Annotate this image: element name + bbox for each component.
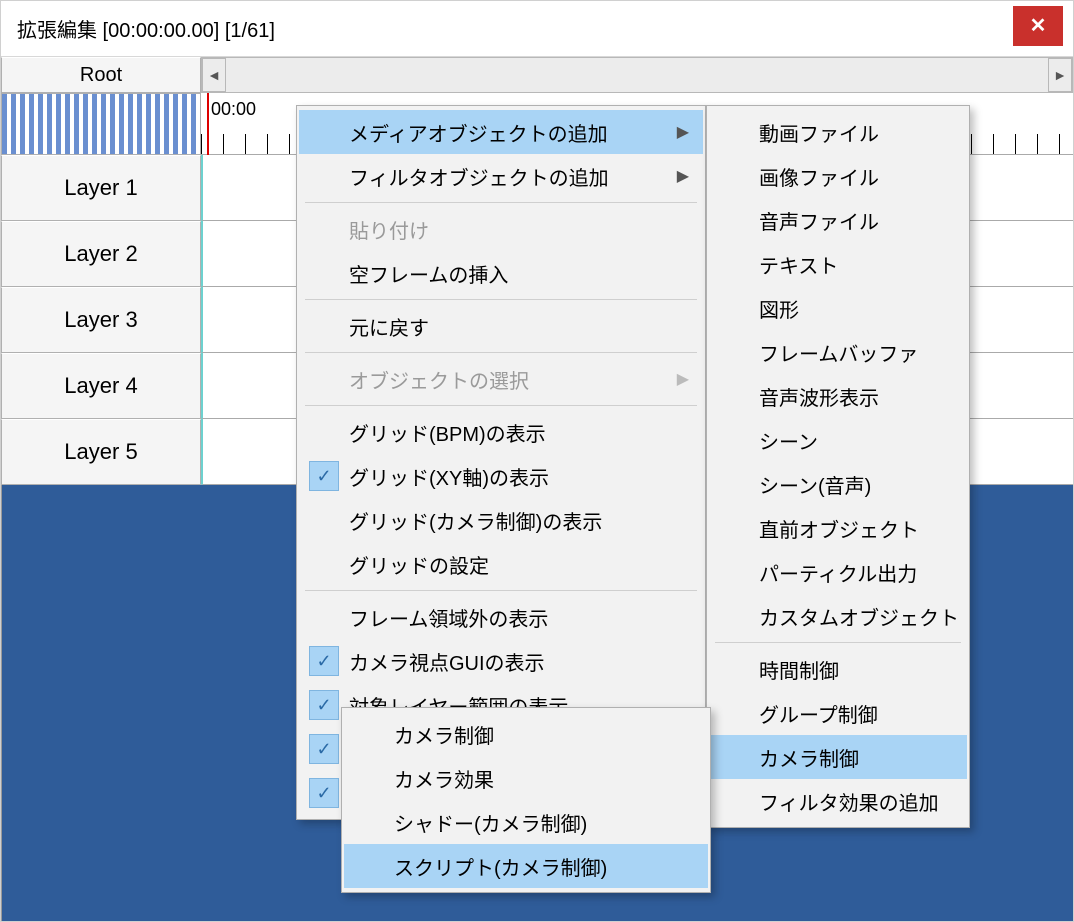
sub2-menu-item[interactable]: カメラ制御 xyxy=(344,712,708,756)
menu-item-label: 直前オブジェクト xyxy=(759,514,919,543)
menu-item-label: 時間制御 xyxy=(759,655,839,684)
sub1-menu-item[interactable]: 音声波形表示 xyxy=(709,374,967,418)
sub2-menu-item[interactable]: スクリプト(カメラ制御) xyxy=(344,844,708,888)
menu-item-label: オブジェクトの選択 xyxy=(349,365,529,394)
menu-item-label: カスタムオブジェクト xyxy=(759,602,959,631)
main-menu-item[interactable]: フィルタオブジェクトの追加 ▶ xyxy=(299,154,703,198)
main-menu-separator xyxy=(305,590,697,591)
check-icon: ✓ xyxy=(309,461,339,491)
main-menu-item[interactable]: 元に戻す xyxy=(299,304,703,348)
sub1-menu-item[interactable]: カメラ制御 xyxy=(709,735,967,779)
window-title: 拡張編集 [00:00:00.00] [1/61] xyxy=(1,14,275,43)
root-cell[interactable]: Root xyxy=(1,57,201,93)
close-button[interactable]: ✕ xyxy=(1013,6,1063,46)
main-menu-item: オブジェクトの選択 ▶ xyxy=(299,357,703,401)
sub1-menu-item[interactable]: テキスト xyxy=(709,242,967,286)
close-icon: ✕ xyxy=(1030,13,1047,38)
menu-item-label: 貼り付け xyxy=(349,215,429,244)
main-menu-item[interactable]: 空フレームの挿入 xyxy=(299,251,703,295)
sub1-menu-item[interactable]: フレームバッファ xyxy=(709,330,967,374)
main-menu-item[interactable]: カメラ視点GUIの表示 ✓ xyxy=(299,639,703,683)
titlebar: 拡張編集 [00:00:00.00] [1/61] ✕ xyxy=(1,1,1073,57)
layer-ruler-cell xyxy=(1,93,201,155)
menu-item-label: スクリプト(カメラ制御) xyxy=(394,852,607,881)
main-menu-item[interactable]: グリッド(BPM)の表示 xyxy=(299,410,703,454)
window: 拡張編集 [00:00:00.00] [1/61] ✕ Root ◄ ► Lay… xyxy=(0,0,1074,922)
check-icon: ✓ xyxy=(309,734,339,764)
main-menu-item[interactable]: グリッド(XY軸)の表示 ✓ xyxy=(299,454,703,498)
sub1-menu-item[interactable]: 時間制御 xyxy=(709,647,967,691)
chevron-right-icon: ▶ xyxy=(677,122,689,142)
menu-item-label: シーン xyxy=(759,426,818,455)
layer-cell-3[interactable]: Layer 3 xyxy=(1,287,201,353)
sub1-menu-item[interactable]: 画像ファイル xyxy=(709,154,967,198)
menu-item-label: 図形 xyxy=(759,294,799,323)
main-menu-item[interactable]: メディアオブジェクトの追加 ▶ xyxy=(299,110,703,154)
menu-item-label: 空フレームの挿入 xyxy=(349,259,508,288)
menu-item-label: テキスト xyxy=(759,250,838,279)
main-menu-separator xyxy=(305,405,697,406)
menu-item-label: 元に戻す xyxy=(349,312,429,341)
sub1-menu-item[interactable]: シーン(音声) xyxy=(709,462,967,506)
chevron-right-icon: ▶ xyxy=(677,166,689,186)
menu-item-label: カメラ視点GUIの表示 xyxy=(349,647,545,676)
sub2-menu-item[interactable]: カメラ効果 xyxy=(344,756,708,800)
menu-item-label: フィルタオブジェクトの追加 xyxy=(349,162,609,191)
horizontal-scrollbar[interactable]: ◄ ► xyxy=(201,57,1073,93)
menu-item-label: フレーム領域外の表示 xyxy=(349,603,548,632)
sub1-menu-item[interactable]: パーティクル出力 xyxy=(709,550,967,594)
toolbar-row: Root ◄ ► xyxy=(1,57,1073,93)
sub1-menu-item[interactable]: 音声ファイル xyxy=(709,198,967,242)
menu-item-label: カメラ制御 xyxy=(759,743,859,772)
sub1-menu-separator xyxy=(715,642,961,643)
layer-cell-1[interactable]: Layer 1 xyxy=(1,155,201,221)
main-menu-separator xyxy=(305,202,697,203)
main-menu-separator xyxy=(305,299,697,300)
sub1-menu-item[interactable]: グループ制御 xyxy=(709,691,967,735)
menu-item-label: フレームバッファ xyxy=(759,338,918,367)
context-submenu-camera: カメラ制御カメラ効果シャドー(カメラ制御) スクリプト(カメラ制御) xyxy=(341,707,711,893)
menu-item-label: フィルタ効果の追加 xyxy=(759,787,939,816)
scroll-right-button[interactable]: ► xyxy=(1048,58,1072,92)
menu-item-label: グループ制御 xyxy=(759,699,878,728)
menu-item-label: グリッド(BPM)の表示 xyxy=(349,418,546,447)
menu-item-label: メディアオブジェクトの追加 xyxy=(349,118,608,147)
main-menu-item: 貼り付け xyxy=(299,207,703,251)
layer-cell-4[interactable]: Layer 4 xyxy=(1,353,201,419)
menu-item-label: グリッドの設定 xyxy=(349,550,489,579)
check-icon: ✓ xyxy=(309,646,339,676)
time-label: 00:00 xyxy=(211,99,256,120)
sub2-menu-item[interactable]: シャドー(カメラ制御) xyxy=(344,800,708,844)
layers-fill xyxy=(1,485,201,921)
layer-cell-2[interactable]: Layer 2 xyxy=(1,221,201,287)
menu-item-label: パーティクル出力 xyxy=(759,558,917,587)
menu-item-label: カメラ制御 xyxy=(394,720,494,749)
sub1-menu-item[interactable]: 直前オブジェクト xyxy=(709,506,967,550)
sub1-menu-item[interactable]: 図形 xyxy=(709,286,967,330)
sub1-menu-item[interactable]: カスタムオブジェクト xyxy=(709,594,967,638)
menu-item-label: 音声ファイル xyxy=(759,206,879,235)
main-menu-item[interactable]: フレーム領域外の表示 xyxy=(299,595,703,639)
sub1-menu-item[interactable]: 動画ファイル xyxy=(709,110,967,154)
sub1-menu-item[interactable]: シーン xyxy=(709,418,967,462)
layers-column: Layer 1 Layer 2 Layer 3 Layer 4 Layer 5 xyxy=(1,93,201,921)
menu-item-label: シャドー(カメラ制御) xyxy=(394,808,587,837)
context-submenu-media: 動画ファイル画像ファイル音声ファイルテキスト図形フレームバッファ音声波形表示シー… xyxy=(706,105,970,828)
main-menu-item[interactable]: グリッド(カメラ制御)の表示 xyxy=(299,498,703,542)
main-menu-item[interactable]: グリッドの設定 xyxy=(299,542,703,586)
menu-item-label: 画像ファイル xyxy=(759,162,879,191)
main-menu-separator xyxy=(305,352,697,353)
menu-item-label: 音声波形表示 xyxy=(759,382,879,411)
menu-item-label: グリッド(カメラ制御)の表示 xyxy=(349,506,602,535)
menu-item-label: グリッド(XY軸)の表示 xyxy=(349,462,549,491)
check-icon: ✓ xyxy=(309,690,339,720)
sub1-menu-item[interactable]: フィルタ効果の追加 xyxy=(709,779,967,823)
check-icon: ✓ xyxy=(309,778,339,808)
chevron-right-icon: ▶ xyxy=(677,369,689,389)
menu-item-label: シーン(音声) xyxy=(759,470,871,499)
layer-cell-5[interactable]: Layer 5 xyxy=(1,419,201,485)
scroll-left-button[interactable]: ◄ xyxy=(202,58,226,92)
menu-item-label: 動画ファイル xyxy=(759,118,879,147)
menu-item-label: カメラ効果 xyxy=(394,764,494,793)
